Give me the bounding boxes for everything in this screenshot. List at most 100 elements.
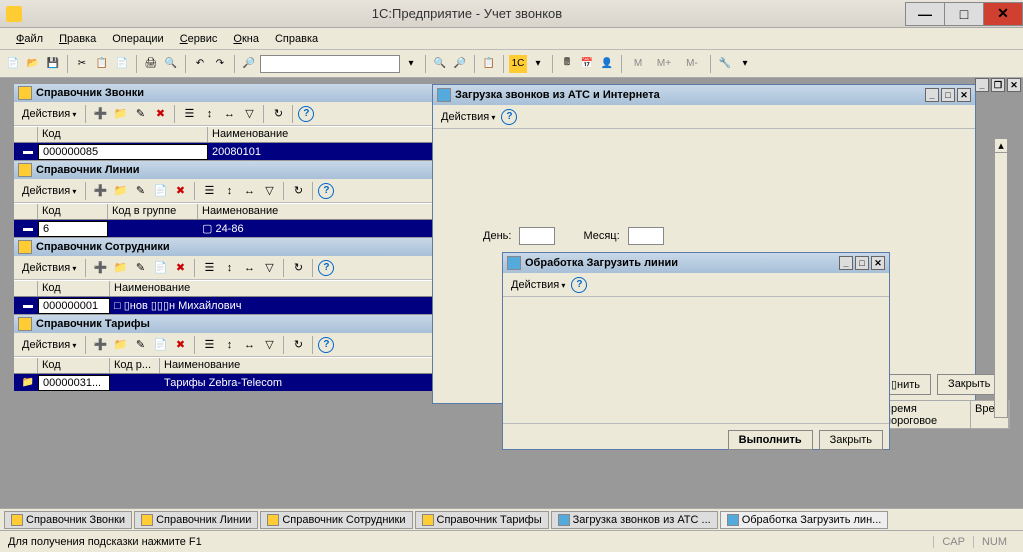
col-name[interactable]: Наименование bbox=[208, 127, 434, 142]
dropdown3-icon[interactable]: ▾ bbox=[736, 55, 754, 73]
m-plus-button[interactable]: M+ bbox=[651, 55, 677, 73]
minimize-button[interactable]: _ bbox=[925, 88, 939, 102]
minimize-button[interactable]: _ bbox=[839, 256, 853, 270]
col-name[interactable]: Наименование bbox=[110, 281, 434, 296]
table-row[interactable]: ▬ 000000001 □ ▯нов ▯▯▯н Михайлович bbox=[14, 297, 434, 314]
menu-service[interactable]: Сервис bbox=[172, 30, 226, 48]
copy-icon[interactable]: 📋 bbox=[93, 55, 111, 73]
menu-ops[interactable]: Операции bbox=[104, 30, 171, 48]
help-icon[interactable]: ? bbox=[318, 337, 334, 353]
month-field[interactable] bbox=[628, 227, 664, 245]
help-icon[interactable]: ? bbox=[318, 183, 334, 199]
mdi-restore-button[interactable]: ❐ bbox=[991, 78, 1005, 92]
close-button[interactable]: ✕ bbox=[957, 88, 971, 102]
mdi-minimize-button[interactable]: _ bbox=[975, 78, 989, 92]
calc-icon[interactable]: 🖩 bbox=[558, 55, 576, 73]
hier-icon[interactable]: ☰ bbox=[200, 259, 218, 277]
maximize-button[interactable]: □ bbox=[855, 256, 869, 270]
add-group-icon[interactable]: 📁 bbox=[111, 105, 129, 123]
cell-code[interactable]: 00000031... bbox=[38, 375, 110, 391]
actions-menu[interactable]: Действия bbox=[18, 183, 80, 199]
refresh-icon[interactable]: ↻ bbox=[269, 105, 287, 123]
close-button[interactable]: ✕ bbox=[871, 256, 885, 270]
hier-icon[interactable]: ☰ bbox=[200, 182, 218, 200]
tab-lines[interactable]: Справочник Линии bbox=[134, 511, 258, 529]
filter-icon[interactable]: ▽ bbox=[260, 336, 278, 354]
close-button[interactable]: Закрыть bbox=[819, 430, 883, 450]
zoom-in-icon[interactable]: 🔍 bbox=[431, 55, 449, 73]
edit-icon[interactable]: ✎ bbox=[131, 259, 149, 277]
col-codr[interactable]: Код р... bbox=[110, 358, 160, 373]
preview-icon[interactable]: 🔍 bbox=[162, 55, 180, 73]
zoom-out-icon[interactable]: 🔎 bbox=[451, 55, 469, 73]
actions-menu[interactable]: Действия bbox=[437, 109, 499, 125]
edit-icon[interactable]: ✎ bbox=[131, 182, 149, 200]
cell-code[interactable]: 6 bbox=[38, 221, 108, 237]
help-icon[interactable]: ? bbox=[571, 277, 587, 293]
new-icon[interactable]: 📄 bbox=[4, 55, 22, 73]
find-icon[interactable]: 🔎 bbox=[240, 55, 258, 73]
col-marker[interactable] bbox=[14, 127, 38, 142]
print-icon[interactable]: 🖨 bbox=[142, 55, 160, 73]
calendar-icon[interactable]: 📅 bbox=[578, 55, 596, 73]
tab-calls[interactable]: Справочник Звонки bbox=[4, 511, 132, 529]
actions-menu[interactable]: Действия bbox=[507, 277, 569, 293]
table-row[interactable]: ▬ 000000085 20080101 bbox=[14, 143, 434, 160]
menu-file[interactable]: Файл bbox=[8, 30, 51, 48]
redo-icon[interactable]: ↷ bbox=[211, 55, 229, 73]
col-group[interactable]: Код в группе bbox=[108, 204, 198, 219]
refresh-icon[interactable]: ↻ bbox=[289, 259, 307, 277]
m-button[interactable]: M bbox=[627, 55, 649, 73]
add-icon[interactable]: ➕ bbox=[91, 336, 109, 354]
copy-icon[interactable]: 📄 bbox=[151, 259, 169, 277]
tab-emp[interactable]: Справочник Сотрудники bbox=[260, 511, 412, 529]
refresh-icon[interactable]: ↻ bbox=[289, 336, 307, 354]
add-icon[interactable]: ➕ bbox=[91, 105, 109, 123]
cut-icon[interactable]: ✂ bbox=[73, 55, 91, 73]
col-marker[interactable] bbox=[14, 281, 38, 296]
refresh-icon[interactable]: ↻ bbox=[289, 182, 307, 200]
load-lines-window[interactable]: Обработка Загрузить линии _ □ ✕ Действия… bbox=[502, 252, 890, 450]
dropdown2-icon[interactable]: ▾ bbox=[529, 55, 547, 73]
search-input[interactable] bbox=[260, 55, 400, 73]
move-icon[interactable]: ↕ bbox=[220, 336, 238, 354]
hier-icon[interactable]: ☰ bbox=[200, 336, 218, 354]
move-icon[interactable]: ↕ bbox=[220, 182, 238, 200]
help-icon[interactable]: ? bbox=[298, 106, 314, 122]
col-code[interactable]: Код bbox=[38, 358, 110, 373]
move2-icon[interactable]: ↔ bbox=[240, 259, 258, 277]
filter-icon[interactable]: ▽ bbox=[260, 182, 278, 200]
move2-icon[interactable]: ↔ bbox=[220, 105, 238, 123]
actions-menu[interactable]: Действия bbox=[18, 260, 80, 276]
copy-clip-icon[interactable]: 📋 bbox=[480, 55, 498, 73]
1c-icon[interactable]: 1C bbox=[509, 55, 527, 73]
delete-icon[interactable]: ✖ bbox=[171, 259, 189, 277]
delete-icon[interactable]: ✖ bbox=[171, 336, 189, 354]
maximize-button[interactable]: □ bbox=[941, 88, 955, 102]
close-button[interactable]: ✕ bbox=[983, 2, 1023, 26]
table-row[interactable]: ▬ 6 ▢ 24-86 bbox=[14, 220, 434, 237]
add-group-icon[interactable]: 📁 bbox=[111, 182, 129, 200]
col-code[interactable]: Код bbox=[38, 281, 110, 296]
col-name[interactable]: Наименование bbox=[198, 204, 434, 219]
paste-icon[interactable]: 📄 bbox=[113, 55, 131, 73]
tab-loadlines[interactable]: Обработка Загрузить лин... bbox=[720, 511, 889, 529]
filter-icon[interactable]: ▽ bbox=[260, 259, 278, 277]
add-icon[interactable]: ➕ bbox=[91, 259, 109, 277]
filter-icon[interactable]: ▽ bbox=[240, 105, 258, 123]
delete-icon[interactable]: ✖ bbox=[151, 105, 169, 123]
user-icon[interactable]: 👤 bbox=[598, 55, 616, 73]
delete-icon[interactable]: ✖ bbox=[171, 182, 189, 200]
cell-code[interactable]: 000000085 bbox=[38, 144, 208, 160]
open-icon[interactable]: 📂 bbox=[24, 55, 42, 73]
add-group-icon[interactable]: 📁 bbox=[111, 336, 129, 354]
scrollbar[interactable]: ▴ bbox=[994, 138, 1008, 418]
copy-icon[interactable]: 📄 bbox=[151, 182, 169, 200]
help-icon[interactable]: ? bbox=[318, 260, 334, 276]
edit-icon[interactable]: ✎ bbox=[131, 105, 149, 123]
col-code[interactable]: Код bbox=[38, 204, 108, 219]
move-icon[interactable]: ↕ bbox=[220, 259, 238, 277]
help-icon[interactable]: ? bbox=[501, 109, 517, 125]
move2-icon[interactable]: ↔ bbox=[240, 182, 258, 200]
move-icon[interactable]: ↕ bbox=[200, 105, 218, 123]
